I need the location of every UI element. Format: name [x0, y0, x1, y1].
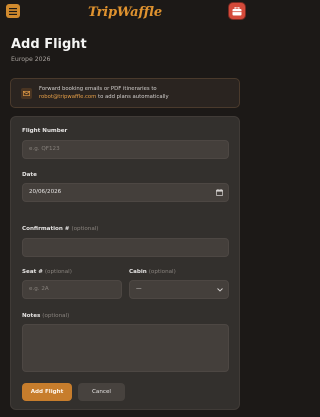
banner-text-after: to add plans automatically	[98, 94, 169, 100]
flight-number-label: Flight Number	[22, 128, 68, 134]
notes-label: Notes (optional)	[22, 313, 70, 319]
seat-label: Seat # (optional)	[22, 269, 72, 275]
confirmation-optional: (optional)	[71, 226, 99, 232]
cancel-button[interactable]: Cancel	[78, 383, 125, 401]
notes-textarea[interactable]	[22, 324, 229, 372]
cabin-optional: (optional)	[148, 269, 176, 275]
profile-button[interactable]	[229, 3, 245, 19]
forward-email-banner: Forward booking emails or PDF itinerarie…	[10, 78, 240, 108]
mail-icon	[21, 88, 32, 99]
banner-text: Forward booking emails or PDF itinerarie…	[39, 85, 235, 101]
menu-button[interactable]	[6, 4, 20, 18]
seat-input[interactable]: e.g. 2A	[22, 280, 122, 299]
add-flight-button[interactable]: Add Flight	[22, 383, 72, 401]
cabin-select[interactable]: —	[129, 280, 229, 299]
page-title: Add Flight	[11, 37, 87, 52]
notes-optional: (optional)	[42, 313, 70, 319]
add-flight-form: Flight Number e.g. QF123 Date 20/06/2026…	[10, 116, 240, 410]
cabin-label: Cabin (optional)	[129, 269, 176, 275]
confirmation-label: Confirmation # (optional)	[22, 226, 99, 232]
date-value: 20/06/2026	[29, 189, 62, 195]
hamburger-icon	[9, 7, 17, 15]
chevron-down-icon	[217, 288, 223, 292]
cabin-selected-value: —	[136, 286, 142, 292]
suitcase-icon	[232, 6, 242, 15]
trip-subtitle: Europe 2026	[11, 56, 51, 63]
app-logo[interactable]: TripWaffle	[88, 5, 162, 20]
forward-email-link[interactable]: robot@tripwaffle.com	[39, 94, 96, 100]
confirmation-input[interactable]	[22, 238, 229, 257]
flight-number-input[interactable]: e.g. QF123	[22, 140, 229, 159]
calendar-icon[interactable]	[216, 189, 223, 196]
date-label: Date	[22, 172, 37, 178]
seat-placeholder: e.g. 2A	[29, 286, 49, 292]
flight-number-placeholder: e.g. QF123	[29, 146, 60, 152]
top-bar: TripWaffle	[0, 0, 250, 24]
banner-text-before: Forward booking emails or PDF itinerarie…	[39, 86, 157, 92]
seat-optional: (optional)	[44, 269, 72, 275]
date-input[interactable]: 20/06/2026	[22, 183, 229, 202]
